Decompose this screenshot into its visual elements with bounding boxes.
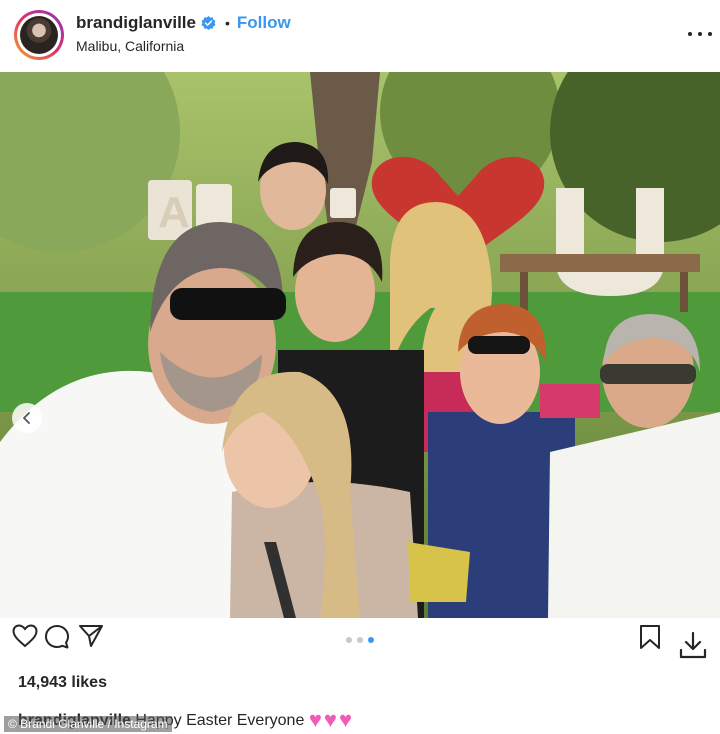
carousel-dot [357,637,363,643]
download-icon[interactable] [678,630,708,660]
carousel-dot [346,637,352,643]
chevron-left-icon [23,412,30,424]
carousel-prev-button[interactable] [12,403,42,433]
user-row: brandiglanville • Follow [76,12,291,34]
heart-icon[interactable] [12,624,38,648]
likes-count[interactable]: 14,943 likes [18,674,107,692]
verified-badge-icon [201,15,216,30]
post-photo[interactable]: A [0,72,720,618]
family-selfie-photo: A [0,72,720,618]
heart-emojis: ♥♥♥ [308,707,354,732]
carousel-dot-active [368,637,374,643]
username-link[interactable]: brandiglanville [76,13,196,33]
carousel-indicator [346,637,374,643]
share-icon[interactable] [78,624,104,648]
avatar-image [20,16,58,54]
bookmark-icon[interactable] [638,624,662,650]
sign-letter-a: A [158,188,190,237]
post-header: brandiglanville • Follow Malibu, Califor… [0,0,720,72]
follow-button[interactable]: Follow [237,13,291,33]
location-link[interactable]: Malibu, California [76,38,184,54]
avatar[interactable] [14,10,64,60]
more-options-icon[interactable] [688,24,712,44]
comment-icon[interactable] [44,624,70,650]
separator-dot: • [224,15,230,31]
photo-credit: © Brandi Glanville / Instagram [4,716,172,732]
